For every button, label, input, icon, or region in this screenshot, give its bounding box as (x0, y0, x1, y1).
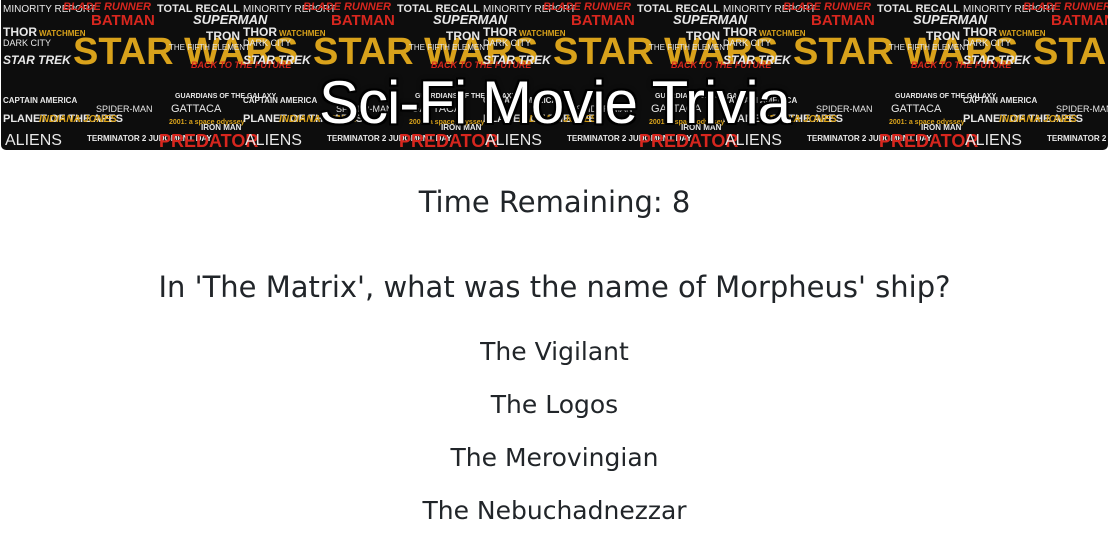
answer-option[interactable]: The Vigilant (0, 332, 1109, 372)
answer-label: The Merovingian (450, 443, 659, 472)
time-remaining: Time Remaining: 8 (418, 185, 691, 219)
movie-logo: TRON (686, 29, 720, 43)
header-banner: MINORITY REPORT BLADE RUNNER TOTAL RECALL S… (1, 0, 1108, 150)
movie-logo: DARK CITY (3, 38, 51, 48)
answer-option[interactable]: The Nebuchadnezzar (0, 491, 1109, 531)
movie-logo: THOR (3, 25, 37, 39)
movie-logo: BATMAN (1051, 12, 1108, 29)
movie-logo: THOR (723, 25, 757, 39)
movie-logo: TRON (926, 29, 960, 43)
trivia-page: MINORITY REPORT BLADE RUNNER TOTAL RECALL S… (0, 0, 1111, 533)
movie-logo: BATMAN (331, 12, 395, 29)
movie-logo: THE FIFTH ELEMENT (169, 43, 250, 52)
movie-logo: BATMAN (811, 12, 875, 29)
movie-logo: STAR TREK (963, 53, 1032, 67)
answer-label: The Nebuchadnezzar (422, 496, 687, 525)
movie-logo: DARK CITY (723, 38, 771, 48)
movie-logo: THOR (483, 25, 517, 39)
movie-logo: STAR TREK (3, 53, 72, 67)
movie-logo: THOR (963, 25, 997, 39)
movie-logo: BATMAN (91, 12, 155, 29)
movie-logo: DARK CITY (243, 38, 291, 48)
answer-option[interactable]: The Merovingian (0, 438, 1109, 478)
movie-logo: DARK CITY (963, 38, 1011, 48)
movie-logo: THE FIFTH ELEMENT (889, 43, 970, 52)
answer-option[interactable]: The Logos (0, 385, 1109, 425)
answer-label: The Logos (490, 390, 619, 419)
movie-logo: THE FIFTH ELEMENT (649, 43, 730, 52)
movie-logo: STAR TREK (483, 53, 552, 67)
movie-logo: BATMAN (571, 12, 635, 29)
movie-logo: TRON (206, 29, 240, 43)
page-title: Sci-Fi Movie Trivia (318, 69, 791, 136)
movie-logo: DARK CITY (483, 38, 531, 48)
movie-logo: STAR TREK (723, 53, 792, 67)
movie-logo: STAR WARS (1033, 31, 1108, 73)
answer-list: The Vigilant The Logos The Merovingian T… (0, 332, 1109, 533)
question-text: In 'The Matrix', what was the name of Mo… (158, 270, 951, 304)
answer-label: The Vigilant (480, 337, 629, 366)
movie-logo: THE FIFTH ELEMENT (409, 43, 490, 52)
movie-logo: STAR TREK (243, 53, 312, 67)
movie-logo: TRON (446, 29, 480, 43)
movie-logo: THOR (243, 25, 277, 39)
